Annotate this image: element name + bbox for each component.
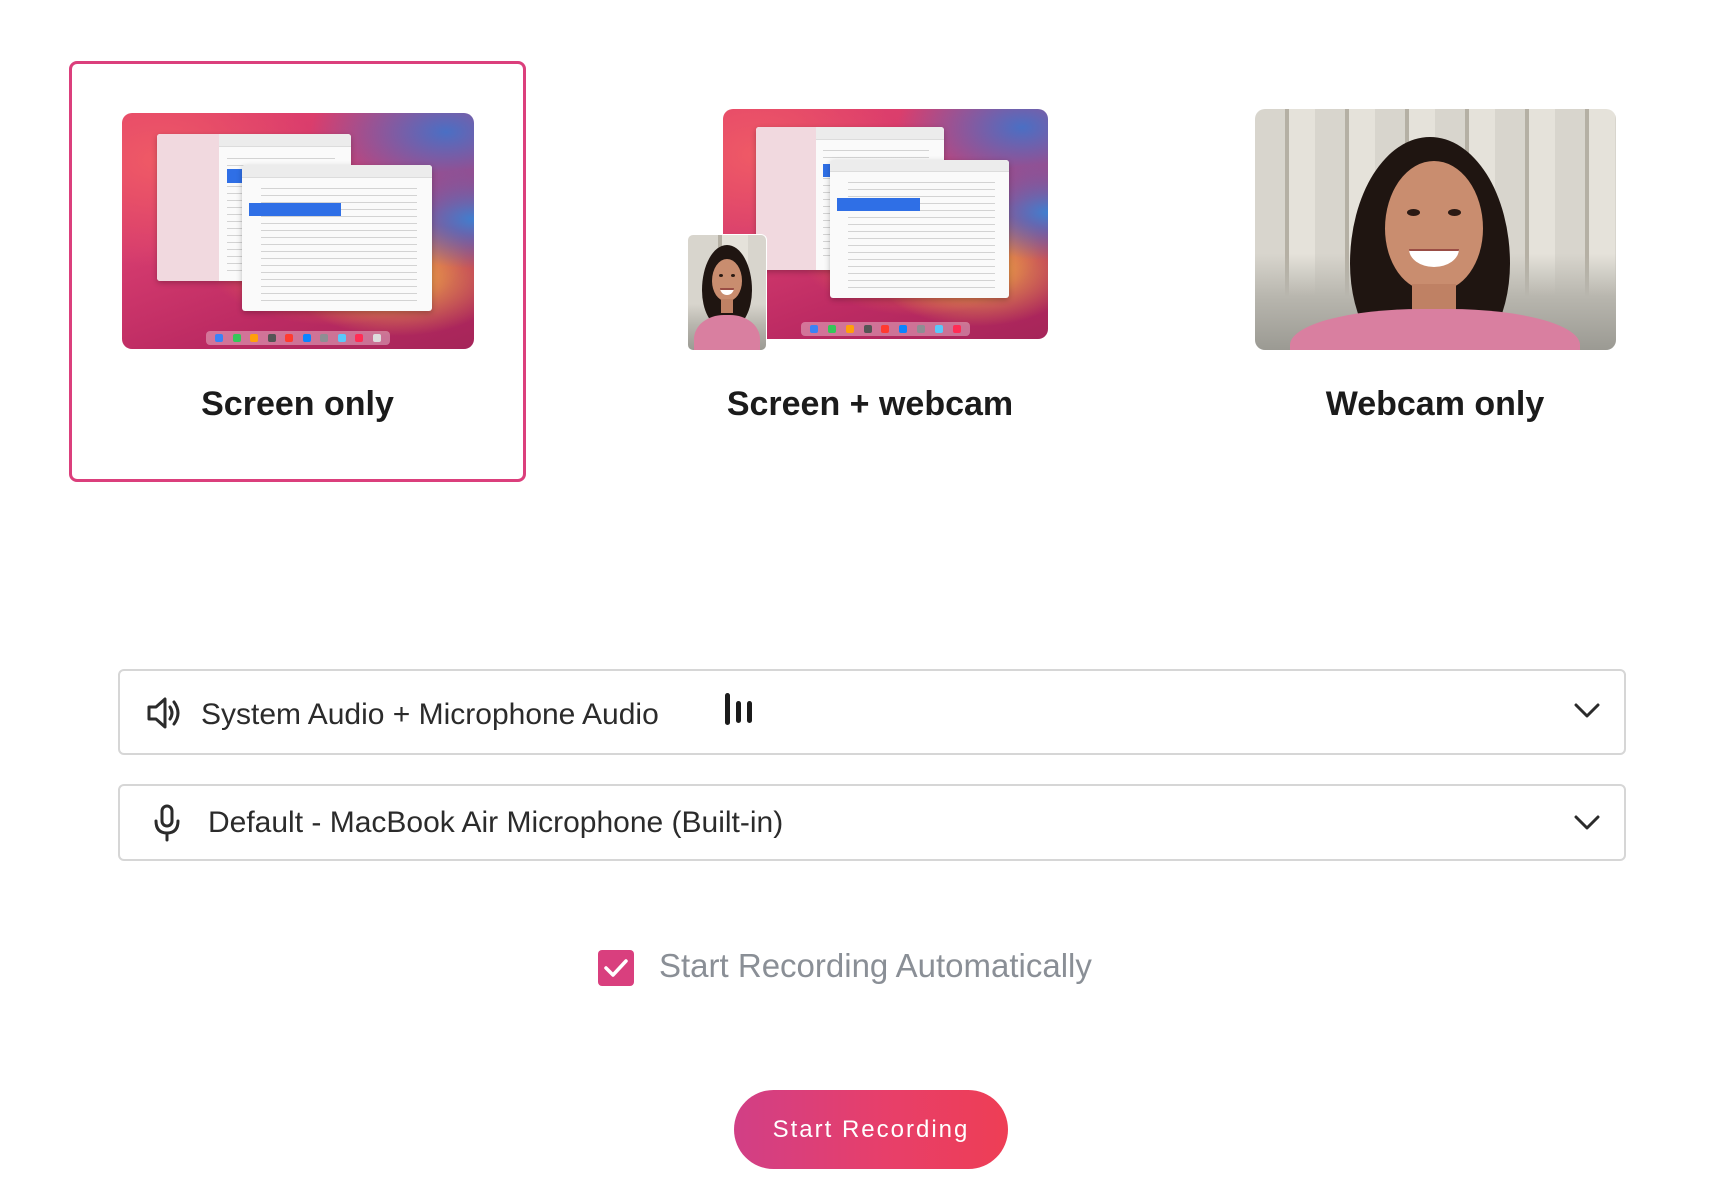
mode-label-screen-webcam: Screen + webcam [726,385,1014,423]
webcam-overlay-thumbnail [687,234,767,351]
screen-webcam-thumbnail [723,109,1048,339]
auto-start-checkbox[interactable] [598,950,634,986]
screen-only-thumbnail [122,113,474,349]
mode-card-screen-only[interactable]: Screen only [69,61,526,482]
microphone-select[interactable]: Default - MacBook Air Microphone (Built-… [118,784,1626,861]
start-recording-button[interactable]: Start Recording [734,1090,1008,1169]
checkmark-icon [604,959,628,977]
audio-source-select[interactable]: System Audio + Microphone Audio [118,669,1626,755]
microphone-icon [153,804,181,847]
chevron-down-icon [1574,815,1600,836]
mode-card-screen-webcam[interactable]: Screen + webcam [680,100,1060,430]
mode-label-screen-only: Screen only [201,385,394,423]
audio-source-value: System Audio + Microphone Audio [201,698,659,731]
speaker-icon [146,695,184,736]
chevron-down-icon [1574,703,1600,724]
mode-label-webcam-only: Webcam only [1325,385,1545,423]
microphone-value: Default - MacBook Air Microphone (Built-… [208,806,784,839]
audio-level-icon [723,691,759,732]
auto-start-label: Start Recording Automatically [659,947,1092,984]
mode-card-webcam-only[interactable]: Webcam only [1250,100,1620,430]
webcam-only-thumbnail [1255,109,1616,350]
